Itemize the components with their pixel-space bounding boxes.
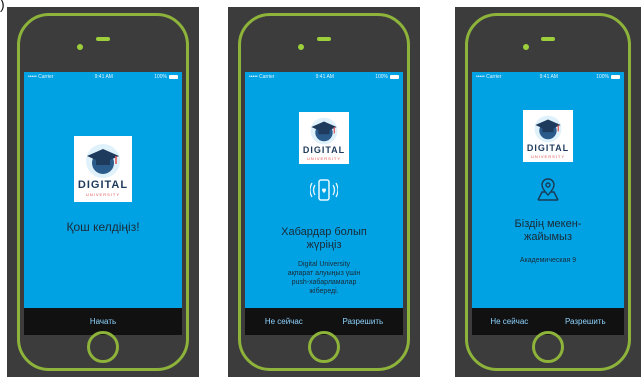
logo-subtext: UNIVERSITY (306, 156, 341, 161)
time-label: 9:41 AM (94, 73, 113, 80)
status-bar: ••••• Carrier 9:41 AM 100% (245, 72, 403, 81)
notifications-title: Хабардар болып жүріңіз (245, 226, 403, 252)
carrier-label: ••••• Carrier (28, 73, 54, 80)
speaker-grill (317, 37, 331, 41)
desc-line: ақпарат алуыңыз үшін (287, 270, 361, 277)
home-button[interactable] (532, 331, 564, 363)
phone-2: ••••• Carrier 9:41 AM 100% DIGITAL UNIVE… (228, 7, 420, 377)
screen-welcome: ••••• Carrier 9:41 AM 100% DIGITAL UNIVE… (24, 72, 182, 335)
battery-label: 100% (596, 73, 609, 80)
carrier-label: ••••• Carrier (249, 73, 275, 80)
desc-line: push-хабарламалар (291, 279, 357, 286)
logo-subtext: UNIVERSITY (85, 192, 120, 197)
status-bar: ••••• Carrier 9:41 AM 100% (24, 72, 182, 81)
speaker-grill (96, 37, 110, 41)
battery-icon (610, 74, 620, 79)
home-button[interactable] (308, 331, 340, 363)
logo-text: DIGITAL (302, 145, 346, 155)
screen-notifications: ••••• Carrier 9:41 AM 100% DIGITAL UNIVE… (245, 72, 403, 335)
battery-icon (168, 74, 178, 79)
title-line: Хабардар болып (281, 226, 367, 238)
phone-3: ••••• Carrier 9:41 AM 100% DIGITAL UNIVE… (455, 7, 641, 377)
address-title: Біздің мекен- жайымыз (472, 218, 624, 244)
corner-mark: ) (0, 0, 5, 12)
desc-line: Digital University (297, 261, 351, 268)
not-now-button[interactable]: Не сейчас (265, 317, 303, 326)
phone-1: ••••• Carrier 9:41 AM 100% DIGITAL UNIVE… (7, 7, 199, 377)
time-label: 9:41 AM (315, 73, 334, 80)
address-text: Академическая 9 (519, 257, 577, 264)
university-logo: DIGITAL UNIVERSITY (74, 136, 132, 202)
not-now-button[interactable]: Не сейчас (490, 317, 528, 326)
logo-text: DIGITAL (77, 179, 129, 191)
camera-dot (523, 44, 529, 50)
screen-address: ••••• Carrier 9:41 AM 100% DIGITAL UNIVE… (472, 72, 624, 335)
title-line: жайымыз (523, 231, 573, 243)
battery-icon (389, 74, 399, 79)
home-button[interactable] (87, 331, 119, 363)
title-line: жүріңіз (306, 239, 342, 251)
title-line: Біздің мекен- (514, 218, 582, 230)
allow-button[interactable]: Разрешить (565, 317, 606, 326)
battery-label: 100% (375, 73, 388, 80)
carrier-label: ••••• Carrier (476, 73, 502, 80)
start-button[interactable]: Начать (90, 317, 116, 326)
logo-subtext: UNIVERSITY (530, 154, 565, 159)
notifications-description: Digital University ақпарат алуыңыз үшін … (251, 260, 397, 296)
university-logo: DIGITAL UNIVERSITY (299, 112, 349, 164)
battery-label: 100% (154, 73, 167, 80)
phone-notification-icon (309, 178, 339, 209)
desc-line: жібереді. (309, 288, 339, 295)
status-bar: ••••• Carrier 9:41 AM 100% (472, 72, 624, 81)
time-label: 9:41 AM (539, 73, 558, 80)
camera-dot (298, 44, 304, 50)
allow-button[interactable]: Разрешить (342, 317, 383, 326)
graduation-cap-icon (86, 144, 120, 178)
graduation-cap-icon (534, 115, 562, 143)
logo-text: DIGITAL (526, 143, 570, 153)
speaker-grill (541, 37, 555, 41)
graduation-cap-icon (310, 117, 338, 145)
welcome-title: Қош келдіңіз! (66, 220, 140, 234)
camera-dot (77, 44, 83, 50)
university-logo: DIGITAL UNIVERSITY (523, 110, 573, 162)
map-pin-icon (535, 176, 561, 207)
